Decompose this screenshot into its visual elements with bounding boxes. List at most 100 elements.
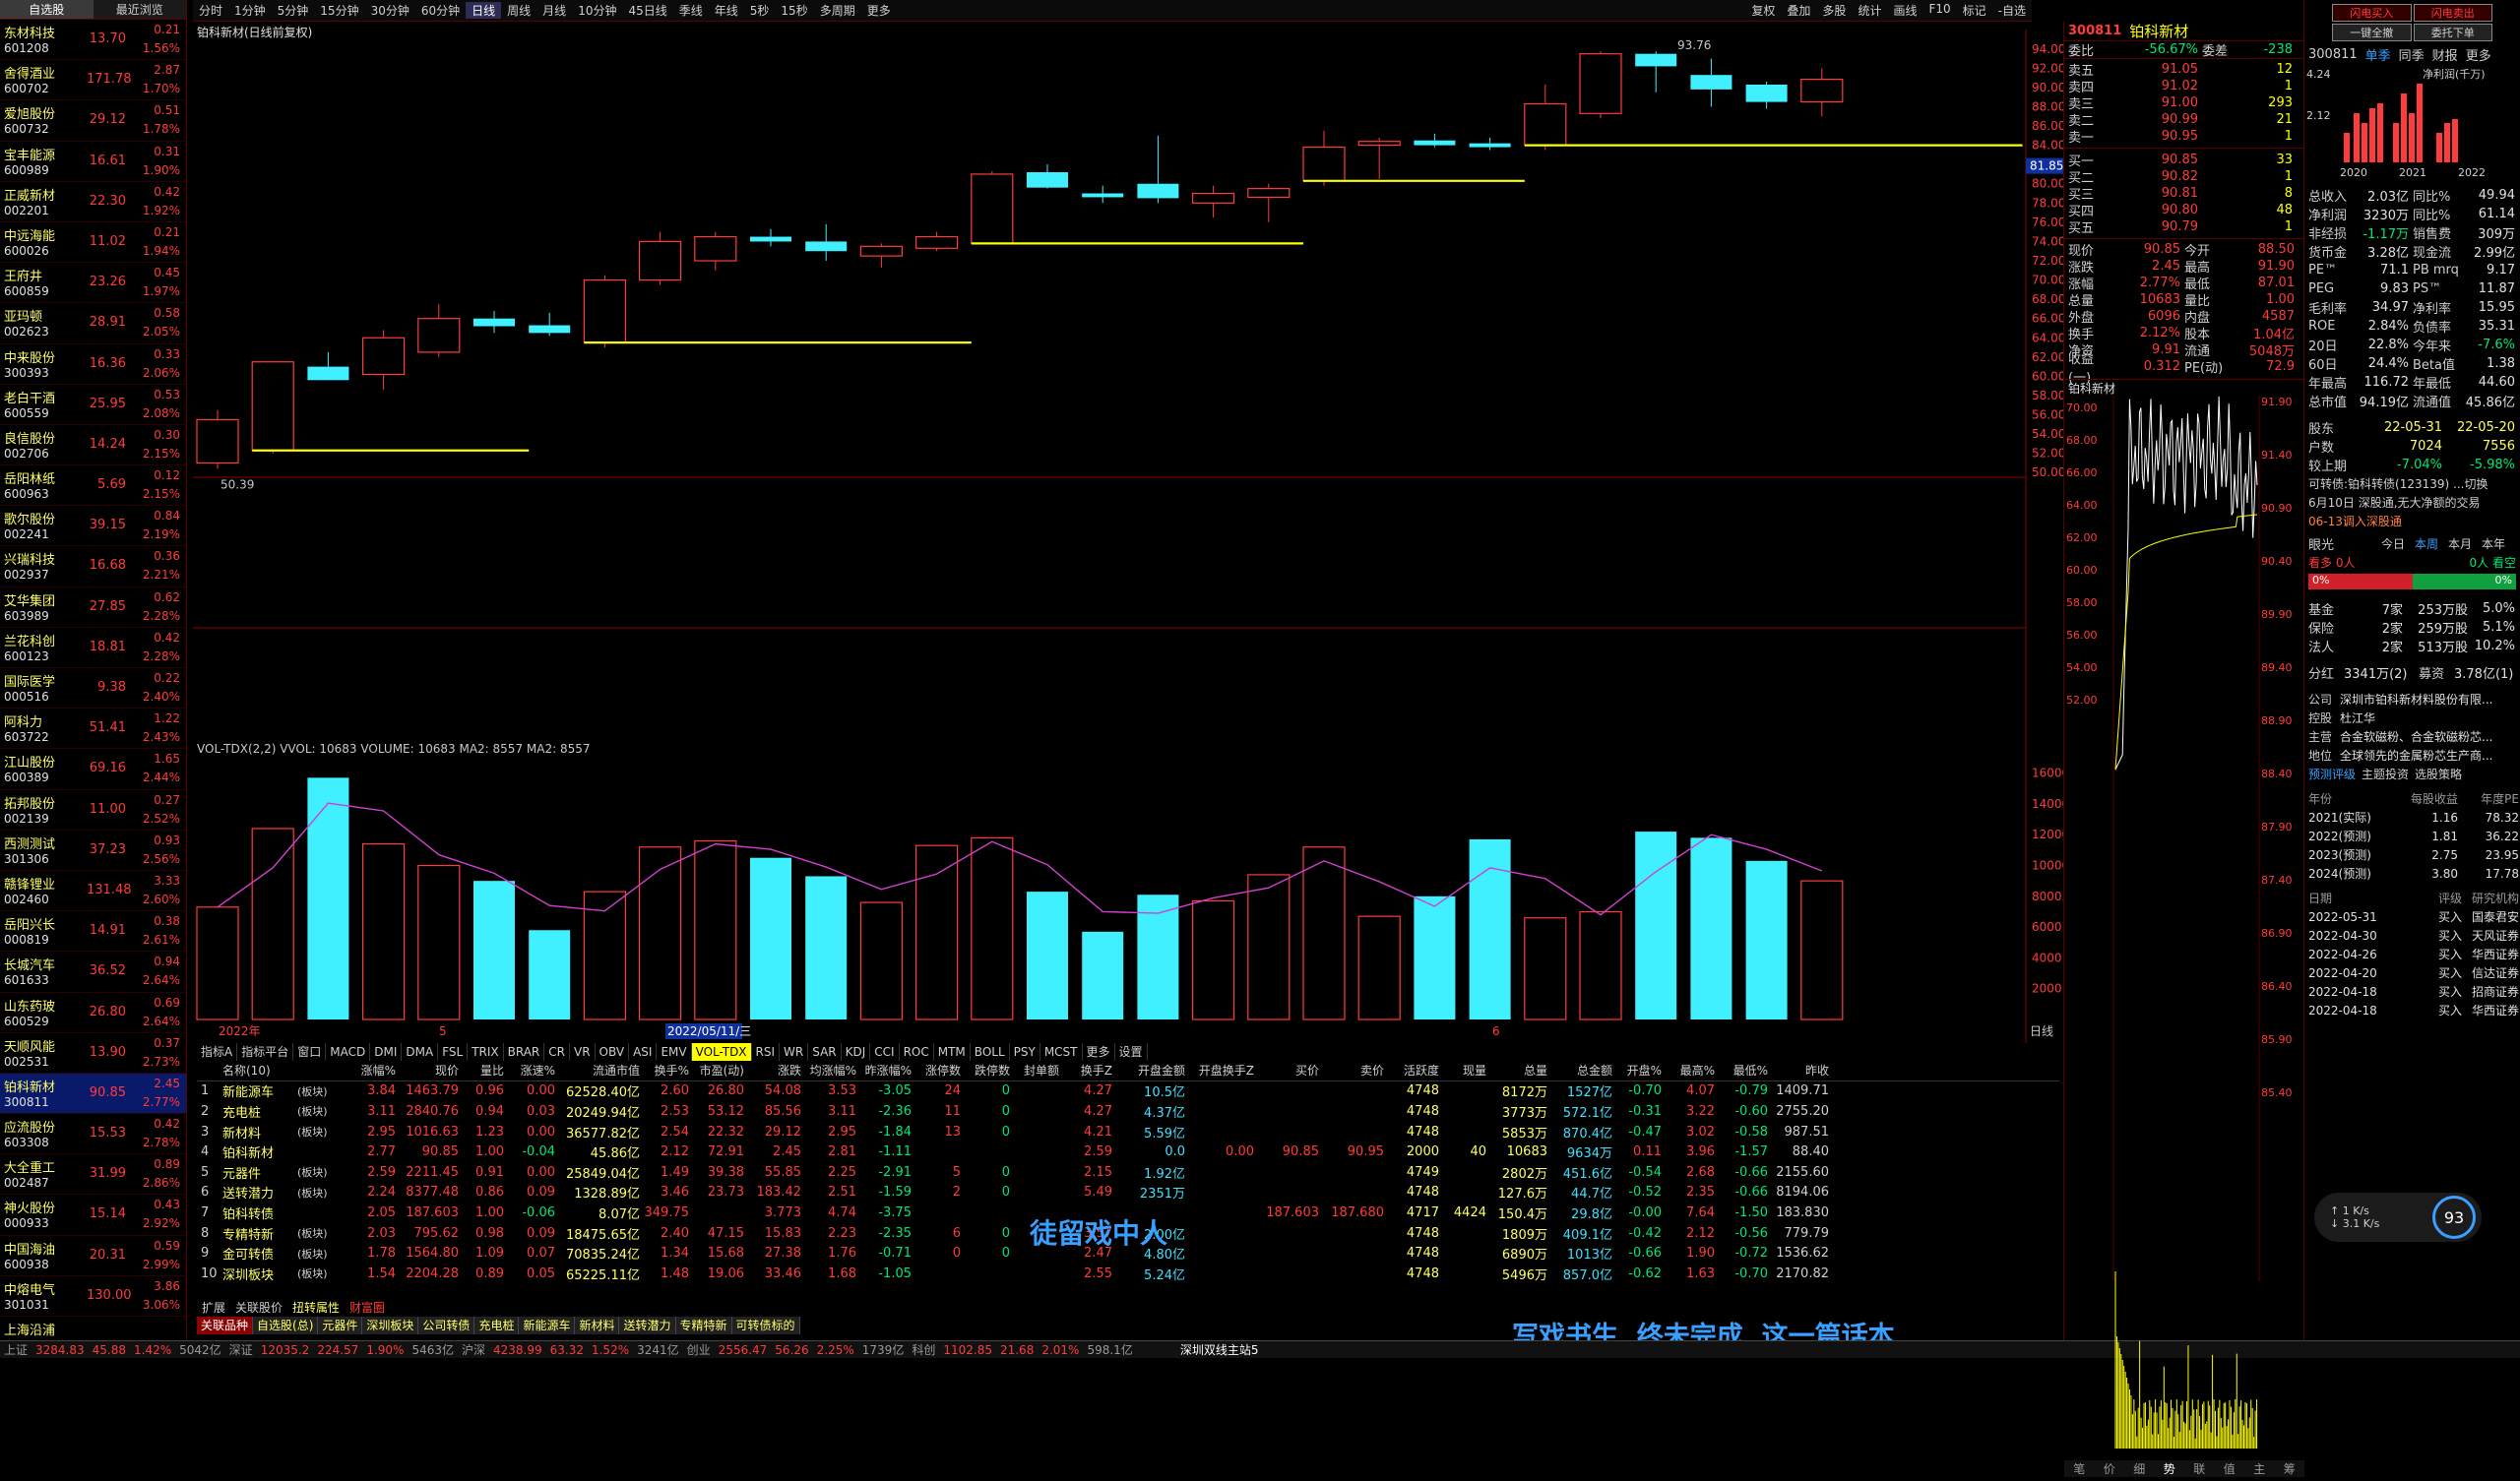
f10-tab[interactable]: 财报	[2432, 45, 2458, 64]
bottom-tab-2[interactable]: 扩展	[197, 1299, 230, 1316]
index-name[interactable]: 深证	[225, 1341, 257, 1358]
table-header-cell[interactable]: 卖价	[1319, 1062, 1384, 1079]
table-header-cell[interactable]: 最低%	[1715, 1062, 1768, 1079]
index-name[interactable]: 上证	[0, 1341, 32, 1358]
intraday-tab[interactable]: 值	[2215, 1460, 2245, 1477]
period-tab[interactable]: 分时	[193, 2, 228, 19]
stock-list-item[interactable]: 山东药玻 600529 26.80 0.69 2.64%	[0, 993, 186, 1033]
indicator-tab[interactable]: KDJ	[842, 1043, 871, 1061]
stock-list-item[interactable]: 岳阳林纸 600963 5.69 0.12 2.15%	[0, 465, 186, 507]
f10-tab[interactable]: 同季	[2399, 45, 2425, 64]
indicator-tab[interactable]: TRIX	[468, 1043, 504, 1061]
memory-gauge[interactable]: 93	[2432, 1196, 2476, 1239]
indicator-tab[interactable]: 指标A	[197, 1043, 238, 1061]
table-header-cell[interactable]: 均涨幅%	[801, 1062, 856, 1079]
stock-list-item[interactable]: 东材科技 601208 13.70 0.21 1.56%	[0, 20, 186, 61]
indicator-tab[interactable]: CCI	[870, 1043, 900, 1061]
stock-list-item[interactable]: 中熔电气 301031 130.00 3.86 3.06%	[0, 1276, 186, 1317]
toolbar-button[interactable]: 多股	[1816, 2, 1852, 19]
indicator-tab[interactable]: DMA	[402, 1043, 439, 1061]
period-tab[interactable]: 30分钟	[365, 2, 415, 19]
trade-button[interactable]: 一键全撤	[2332, 24, 2412, 41]
bottom-tab-2[interactable]: 扭转属性	[287, 1299, 345, 1316]
eyes-down[interactable]: 0人 看空	[2470, 554, 2516, 571]
bond-link[interactable]: 可转债:铂科转债(123139) ...切换	[2304, 474, 2520, 493]
bottom-tab[interactable]: 新能源车	[519, 1317, 576, 1334]
stock-list-item[interactable]: 中来股份 300393 16.36 0.33 2.06%	[0, 344, 186, 385]
f10-link[interactable]: 选股策略	[2415, 766, 2462, 782]
ask-row[interactable]: 卖一 90.95 1	[2064, 128, 2303, 146]
table-header-cell[interactable]: 换手Z	[1059, 1062, 1112, 1079]
indicator-tab[interactable]: CR	[544, 1043, 570, 1061]
stock-list-item[interactable]: 上海沿浦605128	[0, 1317, 186, 1340]
table-row[interactable]: 2 充电桩 (板块) 3.11 2840.76 0.94 0.03 20249.94亿 2.53…	[197, 1101, 2059, 1122]
period-tab[interactable]: 5分钟	[272, 2, 315, 19]
indicator-tab[interactable]: BOLL	[971, 1043, 1010, 1061]
toolbar-button[interactable]: 统计	[1852, 2, 1887, 19]
stock-list-item[interactable]: 宝丰能源 600989 16.61 0.31 1.90%	[0, 142, 186, 182]
news-item[interactable]: 6月10日 深股通,无大净额的交易	[2304, 493, 2520, 512]
table-row[interactable]: 5 元器件 (板块) 2.59 2211.45 0.91 0.00 25849.04亿 1.49…	[197, 1162, 2059, 1183]
ask-row[interactable]: 卖五 91.05 12	[2064, 61, 2303, 79]
period-tab[interactable]: 45日线	[622, 2, 672, 19]
period-tab[interactable]: 周线	[501, 2, 536, 19]
bottom-tab[interactable]: 公司转债	[418, 1317, 475, 1334]
table-header-cell[interactable]: 最高%	[1662, 1062, 1715, 1079]
stock-list-item[interactable]: 神火股份 000933 15.14 0.43 2.92%	[0, 1195, 186, 1236]
stock-list-item[interactable]: 中远海能 600026 11.02 0.21 1.94%	[0, 222, 186, 264]
f10-tab[interactable]: 单季	[2365, 45, 2391, 64]
stock-list-item[interactable]: 阿科力 603722 51.41 1.22 2.43%	[0, 709, 186, 750]
stock-list-item[interactable]: 兰花科创 600123 18.81 0.42 2.28%	[0, 628, 186, 668]
intraday-tab[interactable]: 筹	[2275, 1460, 2305, 1477]
bid-row[interactable]: 买四 90.80 48	[2064, 202, 2303, 219]
toolbar-button[interactable]: 复权	[1745, 2, 1781, 19]
table-header-cell[interactable]: 流通市值	[555, 1062, 640, 1079]
table-header-cell[interactable]: 涨速%	[504, 1062, 555, 1079]
trade-button[interactable]: 闪电买入	[2332, 4, 2412, 22]
table-header-cell[interactable]: 换手%	[640, 1062, 689, 1079]
bid-row[interactable]: 买五 90.79 1	[2064, 218, 2303, 236]
intraday-tab[interactable]: 联	[2184, 1460, 2215, 1477]
indicator-tab[interactable]: MTM	[934, 1043, 971, 1061]
bid-row[interactable]: 买三 90.81 8	[2064, 185, 2303, 203]
rating-row[interactable]: 2022-04-18 买入 华西证券	[2304, 1001, 2520, 1019]
bottom-tab[interactable]: 可转债标的	[731, 1317, 800, 1334]
news-item[interactable]: 06-13调入深股通	[2304, 512, 2520, 530]
rating-row[interactable]: 2022-04-18 买入 招商证券	[2304, 982, 2520, 1001]
bid-row[interactable]: 买二 90.82 1	[2064, 168, 2303, 186]
table-header-cell[interactable]: 名称(10)	[219, 1062, 293, 1079]
bottom-tab[interactable]: 送转潜力	[619, 1317, 676, 1334]
table-header-cell[interactable]: 活跃度	[1384, 1062, 1439, 1079]
bottom-tab[interactable]: 自选股(总)	[253, 1317, 319, 1334]
table-header-cell[interactable]: 跌停数	[961, 1062, 1010, 1079]
stock-list-item[interactable]: 大全重工 002487 31.99 0.89 2.86%	[0, 1154, 186, 1196]
stock-list-item[interactable]: 舍得酒业 600702 171.78 2.87 1.70%	[0, 60, 186, 101]
index-name[interactable]: 创业	[683, 1341, 715, 1358]
bottom-tab-2[interactable]: 关联股价	[230, 1299, 287, 1316]
indicator-tab[interactable]: PSY	[1010, 1043, 1040, 1061]
bottom-tab[interactable]: 专精特新	[675, 1317, 732, 1334]
ask-row[interactable]: 卖四 91.02 1	[2064, 78, 2303, 95]
period-tab[interactable]: 60分钟	[415, 2, 466, 19]
table-row[interactable]: 3 新材料 (板块) 2.95 1016.63 1.23 0.00 36577.82亿 2.54…	[197, 1122, 2059, 1142]
stock-list-item[interactable]: 正威新材 002201 22.30 0.42 1.92%	[0, 182, 186, 222]
table-header-cell[interactable]: 昨涨幅%	[856, 1062, 912, 1079]
rating-row[interactable]: 2022-04-20 买入 信达证券	[2304, 963, 2520, 982]
eyes-tab[interactable]: 今日	[2381, 535, 2405, 552]
stock-list-item[interactable]: 艾华集团 603989 27.85 0.62 2.28%	[0, 587, 186, 628]
stock-list-item[interactable]: 应流股份 603308 15.53 0.42 2.78%	[0, 1114, 186, 1155]
table-header-cell[interactable]: 涨幅%	[345, 1062, 396, 1079]
eyes-tab[interactable]: 本年	[2482, 535, 2505, 552]
bottom-tab-2[interactable]: 财富圈	[345, 1299, 390, 1316]
table-header-cell[interactable]: 开盘换手Z	[1185, 1062, 1254, 1079]
period-tab[interactable]: 15分钟	[314, 2, 364, 19]
indicator-tab[interactable]: 指标平台	[237, 1043, 294, 1061]
indicator-tab[interactable]: RSI	[752, 1043, 781, 1061]
indicator-tab[interactable]: 窗口	[293, 1043, 327, 1061]
table-header-cell[interactable]: 昨收	[1768, 1062, 1829, 1079]
table-header-cell[interactable]: 开盘金额	[1112, 1062, 1185, 1079]
bottom-tab[interactable]: 深圳板块	[362, 1317, 419, 1334]
period-tab[interactable]: 10分钟	[572, 2, 622, 19]
indicator-tab[interactable]: 更多	[1083, 1043, 1115, 1061]
stock-list-item[interactable]: 亚玛顿 002623 28.91 0.58 2.05%	[0, 303, 186, 344]
